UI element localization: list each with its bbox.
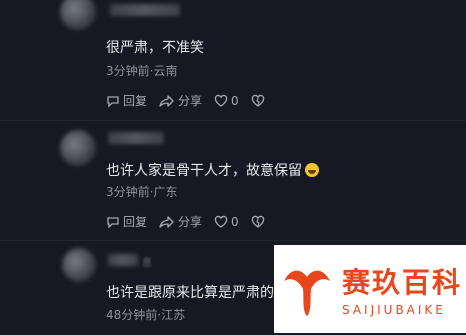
comment-text: 也许是跟原来比算是严肃的 (106, 285, 274, 301)
username-blurred[interactable] (108, 132, 164, 144)
comment-item: 很严肃，不准笑 3分钟前·云南 回复 分享 0 (0, 0, 466, 118)
share-label: 分享 (178, 94, 203, 108)
comment-actions: 回复 分享 0 (106, 92, 280, 109)
whale-tail-logo-icon (284, 270, 330, 318)
dislike-button[interactable] (251, 215, 268, 229)
broken-heart-icon (251, 94, 264, 107)
like-button[interactable]: 0 (214, 94, 239, 108)
watermark: 赛玖百科 SAIJIUBAIKE (274, 245, 466, 333)
comment-meta: 48分钟前·江苏 (106, 308, 186, 322)
like-count: 0 (231, 214, 239, 229)
reply-button[interactable]: 回复 (106, 213, 147, 230)
share-icon (159, 215, 174, 228)
like-count: 0 (231, 93, 239, 108)
dislike-button[interactable] (251, 94, 268, 108)
heart-icon (214, 94, 228, 107)
avatar[interactable] (60, 0, 96, 30)
share-button[interactable]: 分享 (159, 92, 202, 109)
reply-label: 回复 (123, 94, 148, 108)
username-blurred[interactable] (108, 254, 138, 266)
reply-icon (107, 216, 119, 229)
reply-button[interactable]: 回复 (106, 92, 147, 109)
heart-icon (214, 215, 228, 228)
divider (0, 120, 466, 121)
comment-actions: 回复 分享 0 (106, 213, 280, 230)
comment-meta: 3分钟前·广东 (106, 185, 178, 199)
username-tag: 息 (142, 258, 152, 269)
laughing-emoji-icon (305, 163, 319, 177)
comment-text-content: 也许人家是骨干人才，故意保留 (106, 163, 302, 179)
like-button[interactable]: 0 (214, 215, 239, 229)
watermark-name-en: SAIJIUBAIKE (342, 303, 446, 317)
comment-text: 也许人家是骨干人才，故意保留 (106, 160, 319, 180)
avatar[interactable] (60, 130, 96, 166)
reply-label: 回复 (123, 215, 148, 229)
watermark-text: 赛玖百科 SAIJIUBAIKE (342, 261, 462, 317)
username-blurred[interactable] (110, 4, 180, 16)
share-label: 分享 (178, 215, 203, 229)
divider (0, 240, 466, 241)
share-button[interactable]: 分享 (159, 213, 202, 230)
comment-meta: 3分钟前·云南 (106, 64, 178, 78)
avatar[interactable] (62, 248, 96, 282)
share-icon (159, 94, 174, 107)
broken-heart-icon (251, 215, 264, 228)
comment-item: 也许人家是骨干人才，故意保留 3分钟前·广东 回复 分享 0 (0, 122, 466, 238)
watermark-name-cn: 赛玖百科 (342, 266, 463, 299)
reply-icon (107, 95, 119, 108)
comment-text: 很严肃，不准笑 (106, 40, 204, 56)
